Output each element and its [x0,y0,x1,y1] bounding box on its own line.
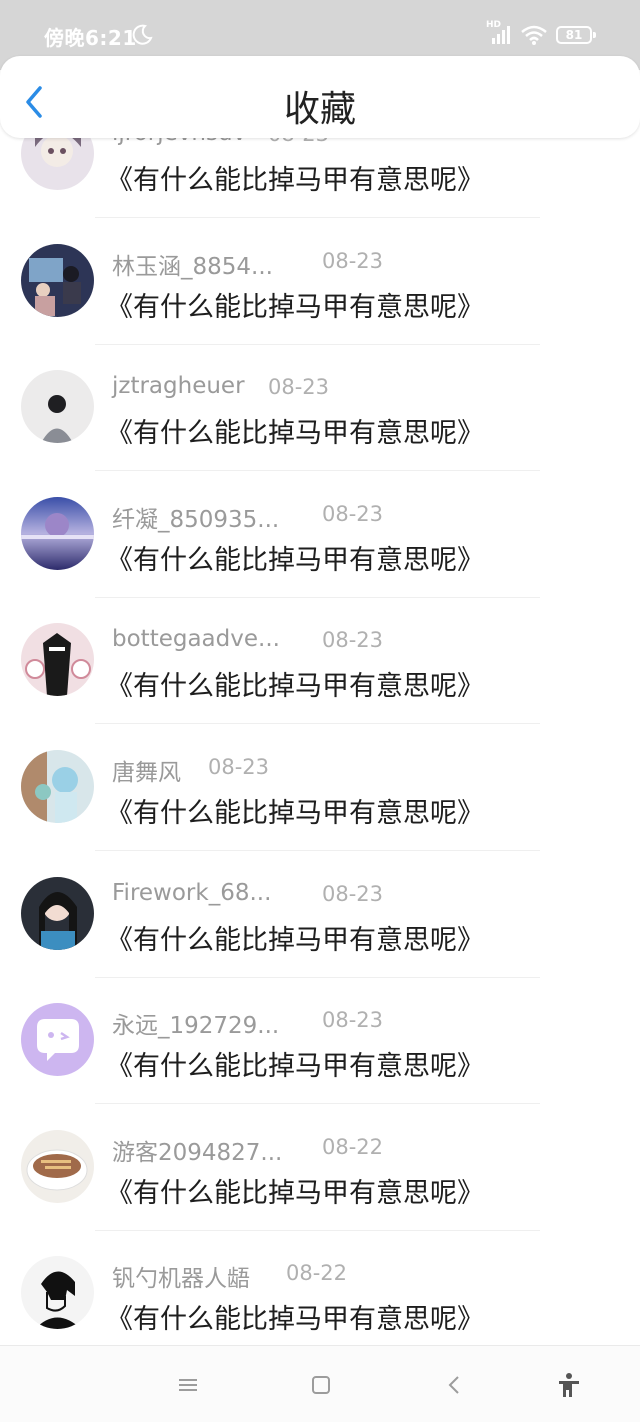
post-title[interactable]: 《有什么能比掉马甲有意思呢》 [106,791,484,830]
user-name[interactable]: 纤凝_850935... [112,500,279,534]
post-date: 08-23 [322,248,384,273]
post-date: 08-23 [322,1008,384,1033]
avatar[interactable] [21,876,94,950]
user-name[interactable]: 永远_192729... [112,1006,279,1040]
page-title: 收藏 [283,89,356,130]
post-title[interactable]: 《有什么能比掉马甲有意思呢》 [106,158,484,197]
post-date: 08-23 [322,628,384,653]
avatar[interactable] [21,749,94,823]
post-date: 08-22 [286,1261,348,1286]
list-item[interactable]: bottegaadve... 08-23 《有什么能比掉马甲有意思呢》 [0,598,640,725]
post-title[interactable]: 《有什么能比掉马甲有意思呢》 [106,411,484,450]
moon-icon [132,24,153,45]
avatar[interactable] [21,1003,94,1077]
post-date: 08-23 [268,375,330,400]
post-title[interactable]: 《有什么能比掉马甲有意思呢》 [106,285,484,324]
post-title[interactable]: 《有什么能比掉马甲有意思呢》 [106,664,484,703]
user-name[interactable]: 钒勺机器人龉 [112,1259,250,1293]
avatar[interactable] [21,496,94,570]
menu-icon[interactable] [175,1372,201,1398]
post-title[interactable]: 《有什么能比掉马甲有意思呢》 [106,918,484,957]
user-name[interactable]: bottegaadve... [112,626,280,652]
list-item[interactable]: 唐舞风 08-23 《有什么能比掉马甲有意思呢》 [0,725,640,852]
avatar[interactable] [21,1256,94,1330]
post-title[interactable]: 《有什么能比掉马甲有意思呢》 [106,1297,484,1336]
post-date: 08-22 [322,1134,384,1159]
list-item[interactable]: 林玉涵_8854... 08-23 《有什么能比掉马甲有意思呢》 [0,219,640,346]
user-name[interactable]: 唐舞风 [112,753,181,787]
list-item[interactable]: 钒勺机器人龉 08-22 《有什么能比掉马甲有意思呢》 [0,1231,640,1344]
avatar[interactable] [21,1129,94,1203]
accessibility-icon[interactable] [556,1372,582,1398]
post-title[interactable]: 《有什么能比掉马甲有意思呢》 [106,538,484,577]
avatar[interactable] [21,370,94,444]
system-nav-bar [0,1345,640,1422]
post-title[interactable]: 《有什么能比掉马甲有意思呢》 [106,1044,484,1083]
signal-icon [492,26,510,44]
favorites-list[interactable]: ijrorjevnsdv 08-23 《有什么能比掉马甲有意思呢》 林玉涵_88… [0,92,640,1344]
list-item[interactable]: jztragheuer 08-23 《有什么能比掉马甲有意思呢》 [0,345,640,472]
post-date: 08-23 [322,881,384,906]
list-item[interactable]: 游客2094827... 08-22 《有什么能比掉马甲有意思呢》 [0,1105,640,1232]
post-date: 08-23 [208,754,270,779]
post-title[interactable]: 《有什么能比掉马甲有意思呢》 [106,1171,484,1210]
battery-icon: 81 [556,26,596,44]
status-time: 傍晚6:21 [44,26,137,50]
user-name[interactable]: 林玉涵_8854... [112,247,273,281]
user-name[interactable]: 游客2094827... [112,1133,282,1167]
post-date: 08-23 [322,501,384,526]
header: 收藏 [0,56,640,138]
wifi-icon [521,25,547,45]
user-name[interactable]: Firework_68... [112,880,271,906]
back-triangle-icon[interactable] [442,1372,468,1398]
list-item[interactable]: 永远_192729... 08-23 《有什么能比掉马甲有意思呢》 [0,978,640,1105]
list-item[interactable]: 纤凝_850935... 08-23 《有什么能比掉马甲有意思呢》 [0,472,640,599]
avatar[interactable] [21,623,94,697]
home-square-icon[interactable] [308,1372,334,1398]
avatar[interactable] [21,243,94,317]
user-name[interactable]: jztragheuer [112,373,245,399]
list-item[interactable]: Firework_68... 08-23 《有什么能比掉马甲有意思呢》 [0,852,640,979]
